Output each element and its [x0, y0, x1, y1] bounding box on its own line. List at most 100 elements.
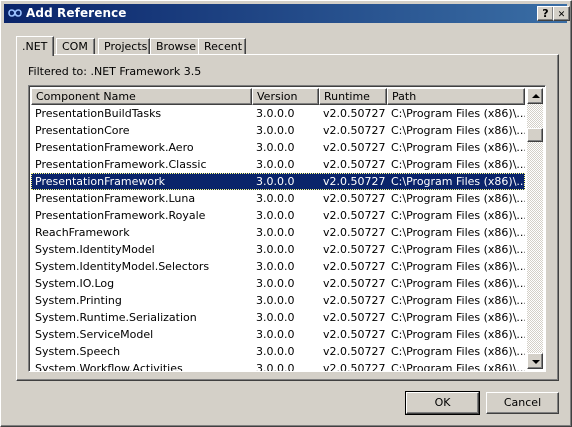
- title-bar[interactable]: Add Reference ? ✕: [4, 4, 570, 23]
- table-row[interactable]: ReachFramework 3.0.0.0 v2.0.50727 C:\Progra…: [31, 224, 525, 241]
- table-row[interactable]: System.IdentityModel 3.0.0.0 v2.0.50727 C:\…: [31, 241, 525, 258]
- table-row[interactable]: PresentationFramework 3.0.0.0 v2.0.50727 C:…: [31, 173, 525, 190]
- cell-runtime: v2.0.50727: [323, 107, 386, 120]
- cell-runtime: v2.0.50727: [323, 311, 386, 324]
- table-row[interactable]: System.Workflow.Activities 3.0.0.0 v2.0.50…: [31, 360, 525, 372]
- cell-runtime: v2.0.50727: [323, 362, 386, 372]
- cell-component-name: System.Runtime.Serialization: [35, 311, 197, 324]
- cell-path: C:\Program Files (x86)\...: [391, 277, 525, 290]
- cell-path: C:\Program Files (x86)\...: [391, 141, 525, 154]
- cell-runtime: v2.0.50727: [323, 209, 386, 222]
- cell-path: C:\Program Files (x86)\...: [391, 294, 525, 307]
- cell-runtime: v2.0.50727: [323, 345, 386, 358]
- cell-component-name: PresentationFramework.Luna: [35, 192, 196, 205]
- tab-panel: Filtered to: .NET Framework 3.5 Componen…: [16, 54, 559, 381]
- cell-path: C:\Program Files (x86)\...: [391, 345, 525, 358]
- table-row[interactable]: PresentationFramework.Classic 3.0.0.0 v2.0…: [31, 156, 525, 173]
- cell-runtime: v2.0.50727: [323, 260, 386, 273]
- add-reference-dialog: Add Reference ? ✕ .NET COM Projects Brow…: [0, 0, 572, 427]
- down-arrow-icon: [532, 360, 540, 364]
- cell-path: C:\Program Files (x86)\...: [391, 260, 525, 273]
- scroll-up-button[interactable]: [527, 88, 543, 104]
- cell-component-name: System.Workflow.Activities: [35, 362, 183, 372]
- tab-dotnet[interactable]: .NET: [16, 36, 54, 56]
- close-button[interactable]: ✕: [553, 6, 570, 21]
- tab-browse[interactable]: Browse: [150, 38, 200, 55]
- cell-version: 3.0.0.0: [256, 209, 295, 222]
- vertical-scrollbar[interactable]: [527, 88, 543, 369]
- cell-component-name: PresentationFramework.Royale: [35, 209, 206, 222]
- cell-version: 3.0.0.0: [256, 294, 295, 307]
- cell-version: 3.0.0.0: [256, 260, 295, 273]
- cell-component-name: System.IdentityModel.Selectors: [35, 260, 210, 273]
- filter-label: Filtered to: .NET Framework 3.5: [28, 65, 202, 78]
- cell-component-name: System.Speech: [35, 345, 121, 358]
- list-header: Component Name Version Runtime Path: [31, 88, 525, 105]
- cell-component-name: ReachFramework: [35, 226, 130, 239]
- cell-version: 3.0.0.0: [256, 141, 295, 154]
- table-row[interactable]: System.ServiceModel 3.0.0.0 v2.0.50727 C:\P…: [31, 326, 525, 343]
- tab-com[interactable]: COM: [56, 38, 95, 55]
- table-row[interactable]: PresentationBuildTasks 3.0.0.0 v2.0.50727 C…: [31, 105, 525, 122]
- cell-path: C:\Program Files (x86)\...: [391, 243, 525, 256]
- cell-version: 3.0.0.0: [256, 175, 295, 188]
- cell-version: 3.0.0.0: [256, 328, 295, 341]
- cancel-button[interactable]: Cancel: [486, 392, 559, 414]
- table-row[interactable]: PresentationFramework.Aero 3.0.0.0 v2.0.50…: [31, 139, 525, 156]
- table-row[interactable]: System.IdentityModel.Selectors 3.0.0.0 v2.…: [31, 258, 525, 275]
- cell-version: 3.0.0.0: [256, 345, 295, 358]
- cell-runtime: v2.0.50727: [323, 158, 386, 171]
- close-icon: ✕: [557, 10, 566, 20]
- tab-recent[interactable]: Recent: [198, 38, 246, 55]
- cell-version: 3.0.0.0: [256, 124, 295, 137]
- cell-component-name: System.IO.Log: [35, 277, 115, 290]
- cell-component-name: System.Printing: [35, 294, 122, 307]
- table-row[interactable]: System.Printing 3.0.0.0 v2.0.50727 C:\Progr…: [31, 292, 525, 309]
- column-header-runtime[interactable]: Runtime: [319, 88, 387, 105]
- cell-runtime: v2.0.50727: [323, 175, 386, 188]
- cell-component-name: PresentationFramework.Aero: [35, 141, 194, 154]
- cell-component-name: PresentationFramework.Classic: [35, 158, 207, 171]
- tab-projects[interactable]: Projects: [98, 38, 150, 55]
- cell-path: C:\Program Files (x86)\...: [391, 328, 525, 341]
- table-row[interactable]: System.Speech 3.0.0.0 v2.0.50727 C:\Program…: [31, 343, 525, 360]
- scroll-down-button[interactable]: [527, 353, 543, 369]
- scroll-thumb[interactable]: [527, 128, 543, 142]
- cell-version: 3.0.0.0: [256, 158, 295, 171]
- cell-runtime: v2.0.50727: [323, 243, 386, 256]
- cell-path: C:\Program Files (x86)\...: [391, 175, 525, 188]
- cell-runtime: v2.0.50727: [323, 124, 386, 137]
- cell-component-name: System.ServiceModel: [35, 328, 154, 341]
- cell-path: C:\Program Files (x86)\...: [391, 226, 525, 239]
- cell-runtime: v2.0.50727: [323, 294, 386, 307]
- cell-version: 3.0.0.0: [256, 107, 295, 120]
- cell-runtime: v2.0.50727: [323, 226, 386, 239]
- column-header-path[interactable]: Path: [387, 88, 525, 105]
- up-arrow-icon: [532, 94, 540, 98]
- cell-component-name: PresentationBuildTasks: [35, 107, 162, 120]
- table-row[interactable]: PresentationCore 3.0.0.0 v2.0.50727 C:\Prog…: [31, 122, 525, 139]
- cell-path: C:\Program Files (x86)\...: [391, 124, 525, 137]
- table-row[interactable]: PresentationFramework.Luna 3.0.0.0 v2.0.50…: [31, 190, 525, 207]
- table-row[interactable]: PresentationFramework.Royale 3.0.0.0 v2.0.…: [31, 207, 525, 224]
- help-button[interactable]: ?: [537, 6, 554, 21]
- cell-path: C:\Program Files (x86)\...: [391, 192, 525, 205]
- cell-runtime: v2.0.50727: [323, 328, 386, 341]
- column-header-version[interactable]: Version: [252, 88, 319, 105]
- ok-button[interactable]: OK: [405, 391, 480, 415]
- column-header-component-name[interactable]: Component Name: [31, 88, 252, 105]
- cell-version: 3.0.0.0: [256, 362, 295, 372]
- cell-component-name: PresentationCore: [35, 124, 130, 137]
- table-row[interactable]: System.Runtime.Serialization 3.0.0.0 v2.0.…: [31, 309, 525, 326]
- cell-runtime: v2.0.50727: [323, 277, 386, 290]
- cell-runtime: v2.0.50727: [323, 192, 386, 205]
- cell-path: C:\Program Files (x86)\...: [391, 209, 525, 222]
- cell-component-name: System.IdentityModel: [35, 243, 155, 256]
- cell-path: C:\Program Files (x86)\...: [391, 311, 525, 324]
- app-icon: [8, 9, 22, 17]
- cell-version: 3.0.0.0: [256, 192, 295, 205]
- component-list[interactable]: Component Name Version Runtime Path Pres…: [28, 85, 546, 372]
- cell-component-name: PresentationFramework: [35, 175, 165, 188]
- cell-version: 3.0.0.0: [256, 311, 295, 324]
- table-row[interactable]: System.IO.Log 3.0.0.0 v2.0.50727 C:\Program…: [31, 275, 525, 292]
